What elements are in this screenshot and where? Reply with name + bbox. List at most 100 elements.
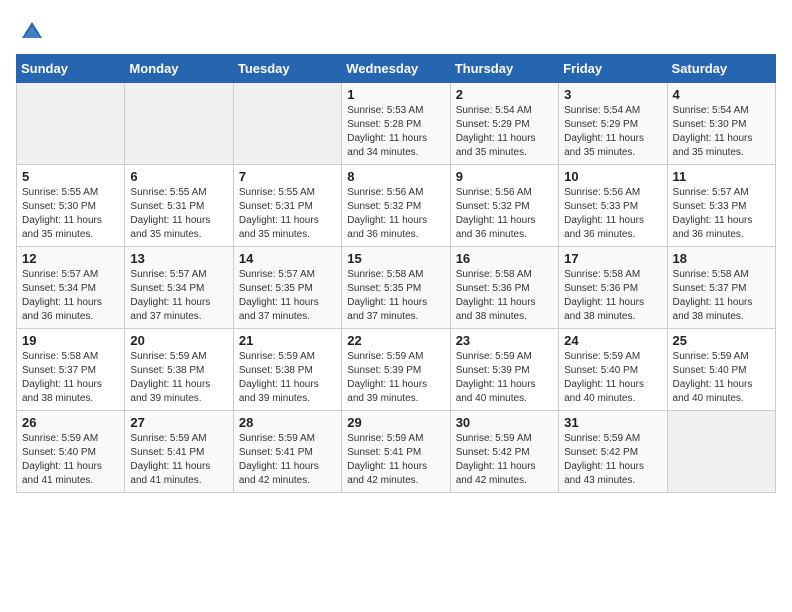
day-number: 21 — [239, 333, 336, 348]
day-info: Sunrise: 5:59 AM Sunset: 5:42 PM Dayligh… — [564, 432, 661, 488]
day-number: 18 — [673, 251, 770, 266]
calendar-cell: 13 Sunrise: 5:57 AM Sunset: 5:34 PM Dayli… — [125, 247, 233, 329]
day-number: 10 — [564, 169, 661, 184]
calendar-cell: 16Sunrise: 5:58 AM Sunset: 5:36 PM Dayli… — [450, 247, 558, 329]
calendar-cell: 29Sunrise: 5:59 AM Sunset: 5:41 PM Dayli… — [342, 411, 450, 493]
calendar-cell: 10 Sunrise: 5:56 AM Sunset: 5:33 PM Dayli… — [559, 165, 667, 247]
calendar-cell: 1Sunrise: 5:53 AM Sunset: 5:28 PM Daylig… — [342, 83, 450, 165]
day-number: 2 — [456, 87, 553, 102]
day-info: Sunrise: 5:59 AM Sunset: 5:40 PM Dayligh… — [22, 432, 119, 488]
page-header — [16, 16, 776, 44]
calendar-cell: 9 Sunrise: 5:56 AM Sunset: 5:32 PM Daylig… — [450, 165, 558, 247]
logo — [16, 16, 46, 44]
day-number: 12 — [22, 251, 119, 266]
header-monday: Monday — [125, 55, 233, 83]
week-row-5: 26 Sunrise: 5:59 AM Sunset: 5:40 PM Dayli… — [17, 411, 776, 493]
calendar-cell: 30Sunrise: 5:59 AM Sunset: 5:42 PM Dayli… — [450, 411, 558, 493]
day-number: 24 — [564, 333, 661, 348]
day-info: Sunrise: 5:56 AM Sunset: 5:32 PM Dayligh… — [456, 186, 553, 242]
day-info: Sunrise: 5:59 AM Sunset: 5:41 PM Dayligh… — [347, 432, 444, 488]
calendar-cell: 11 Sunrise: 5:57 AM Sunset: 5:33 PM Dayli… — [667, 165, 775, 247]
day-info: Sunrise: 5:54 AM Sunset: 5:29 PM Dayligh… — [564, 104, 661, 160]
day-info: Sunrise: 5:59 AM Sunset: 5:40 PM Dayligh… — [564, 350, 661, 406]
day-info: Sunrise: 5:59 AM Sunset: 5:41 PM Dayligh… — [130, 432, 227, 488]
day-number: 26 — [22, 415, 119, 430]
calendar-cell: 18 Sunrise: 5:58 AM Sunset: 5:37 PM Dayli… — [667, 247, 775, 329]
day-number: 14 — [239, 251, 336, 266]
calendar-cell: 2 Sunrise: 5:54 AM Sunset: 5:29 PM Daylig… — [450, 83, 558, 165]
day-number: 22 — [347, 333, 444, 348]
header-thursday: Thursday — [450, 55, 558, 83]
calendar-cell: 26 Sunrise: 5:59 AM Sunset: 5:40 PM Dayli… — [17, 411, 125, 493]
day-info: Sunrise: 5:58 AM Sunset: 5:36 PM Dayligh… — [456, 268, 553, 324]
day-info: Sunrise: 5:55 AM Sunset: 5:31 PM Dayligh… — [239, 186, 336, 242]
day-info: Sunrise: 5:57 AM Sunset: 5:34 PM Dayligh… — [130, 268, 227, 324]
calendar-cell — [17, 83, 125, 165]
calendar-cell: 23 Sunrise: 5:59 AM Sunset: 5:39 PM Dayli… — [450, 329, 558, 411]
calendar-cell: 17Sunrise: 5:58 AM Sunset: 5:36 PM Dayli… — [559, 247, 667, 329]
calendar-cell: 20 Sunrise: 5:59 AM Sunset: 5:38 PM Dayli… — [125, 329, 233, 411]
day-number: 7 — [239, 169, 336, 184]
calendar-cell: 25Sunrise: 5:59 AM Sunset: 5:40 PM Dayli… — [667, 329, 775, 411]
day-info: Sunrise: 5:55 AM Sunset: 5:31 PM Dayligh… — [130, 186, 227, 242]
calendar-body: 1Sunrise: 5:53 AM Sunset: 5:28 PM Daylig… — [17, 83, 776, 493]
calendar-cell — [667, 411, 775, 493]
day-number: 11 — [673, 169, 770, 184]
day-info: Sunrise: 5:57 AM Sunset: 5:34 PM Dayligh… — [22, 268, 119, 324]
calendar-cell: 28 Sunrise: 5:59 AM Sunset: 5:41 PM Dayli… — [233, 411, 341, 493]
day-info: Sunrise: 5:54 AM Sunset: 5:29 PM Dayligh… — [456, 104, 553, 160]
week-row-3: 12 Sunrise: 5:57 AM Sunset: 5:34 PM Dayli… — [17, 247, 776, 329]
calendar-cell: 7 Sunrise: 5:55 AM Sunset: 5:31 PM Daylig… — [233, 165, 341, 247]
header-row: Sunday Monday Tuesday Wednesday Thursday… — [17, 55, 776, 83]
calendar-cell: 27 Sunrise: 5:59 AM Sunset: 5:41 PM Dayli… — [125, 411, 233, 493]
calendar-cell: 14 Sunrise: 5:57 AM Sunset: 5:35 PM Dayli… — [233, 247, 341, 329]
calendar-cell: 8Sunrise: 5:56 AM Sunset: 5:32 PM Daylig… — [342, 165, 450, 247]
day-number: 17 — [564, 251, 661, 266]
day-info: Sunrise: 5:58 AM Sunset: 5:37 PM Dayligh… — [22, 350, 119, 406]
day-info: Sunrise: 5:56 AM Sunset: 5:32 PM Dayligh… — [347, 186, 444, 242]
day-number: 31 — [564, 415, 661, 430]
day-number: 1 — [347, 87, 444, 102]
day-info: Sunrise: 5:59 AM Sunset: 5:38 PM Dayligh… — [130, 350, 227, 406]
day-number: 20 — [130, 333, 227, 348]
day-info: Sunrise: 5:59 AM Sunset: 5:39 PM Dayligh… — [347, 350, 444, 406]
day-number: 28 — [239, 415, 336, 430]
calendar-cell — [233, 83, 341, 165]
day-number: 27 — [130, 415, 227, 430]
day-info: Sunrise: 5:57 AM Sunset: 5:35 PM Dayligh… — [239, 268, 336, 324]
calendar-table: Sunday Monday Tuesday Wednesday Thursday… — [16, 54, 776, 493]
day-info: Sunrise: 5:58 AM Sunset: 5:37 PM Dayligh… — [673, 268, 770, 324]
day-number: 25 — [673, 333, 770, 348]
calendar-cell: 3Sunrise: 5:54 AM Sunset: 5:29 PM Daylig… — [559, 83, 667, 165]
day-info: Sunrise: 5:59 AM Sunset: 5:39 PM Dayligh… — [456, 350, 553, 406]
header-friday: Friday — [559, 55, 667, 83]
week-row-1: 1Sunrise: 5:53 AM Sunset: 5:28 PM Daylig… — [17, 83, 776, 165]
day-info: Sunrise: 5:58 AM Sunset: 5:35 PM Dayligh… — [347, 268, 444, 324]
day-number: 4 — [673, 87, 770, 102]
header-wednesday: Wednesday — [342, 55, 450, 83]
calendar-cell: 15Sunrise: 5:58 AM Sunset: 5:35 PM Dayli… — [342, 247, 450, 329]
day-info: Sunrise: 5:56 AM Sunset: 5:33 PM Dayligh… — [564, 186, 661, 242]
calendar-cell: 6Sunrise: 5:55 AM Sunset: 5:31 PM Daylig… — [125, 165, 233, 247]
header-sunday: Sunday — [17, 55, 125, 83]
day-info: Sunrise: 5:55 AM Sunset: 5:30 PM Dayligh… — [22, 186, 119, 242]
week-row-4: 19 Sunrise: 5:58 AM Sunset: 5:37 PM Dayli… — [17, 329, 776, 411]
day-number: 9 — [456, 169, 553, 184]
day-number: 13 — [130, 251, 227, 266]
header-saturday: Saturday — [667, 55, 775, 83]
day-number: 19 — [22, 333, 119, 348]
day-info: Sunrise: 5:57 AM Sunset: 5:33 PM Dayligh… — [673, 186, 770, 242]
calendar-cell: 31 Sunrise: 5:59 AM Sunset: 5:42 PM Dayli… — [559, 411, 667, 493]
day-info: Sunrise: 5:54 AM Sunset: 5:30 PM Dayligh… — [673, 104, 770, 160]
calendar-cell — [125, 83, 233, 165]
calendar-cell: 4 Sunrise: 5:54 AM Sunset: 5:30 PM Daylig… — [667, 83, 775, 165]
calendar-cell: 12 Sunrise: 5:57 AM Sunset: 5:34 PM Dayli… — [17, 247, 125, 329]
day-number: 23 — [456, 333, 553, 348]
calendar-cell: 19 Sunrise: 5:58 AM Sunset: 5:37 PM Dayli… — [17, 329, 125, 411]
calendar-cell: 5Sunrise: 5:55 AM Sunset: 5:30 PM Daylig… — [17, 165, 125, 247]
day-number: 30 — [456, 415, 553, 430]
calendar-cell: 21Sunrise: 5:59 AM Sunset: 5:38 PM Dayli… — [233, 329, 341, 411]
logo-icon — [18, 16, 46, 44]
day-info: Sunrise: 5:59 AM Sunset: 5:41 PM Dayligh… — [239, 432, 336, 488]
week-row-2: 5Sunrise: 5:55 AM Sunset: 5:30 PM Daylig… — [17, 165, 776, 247]
